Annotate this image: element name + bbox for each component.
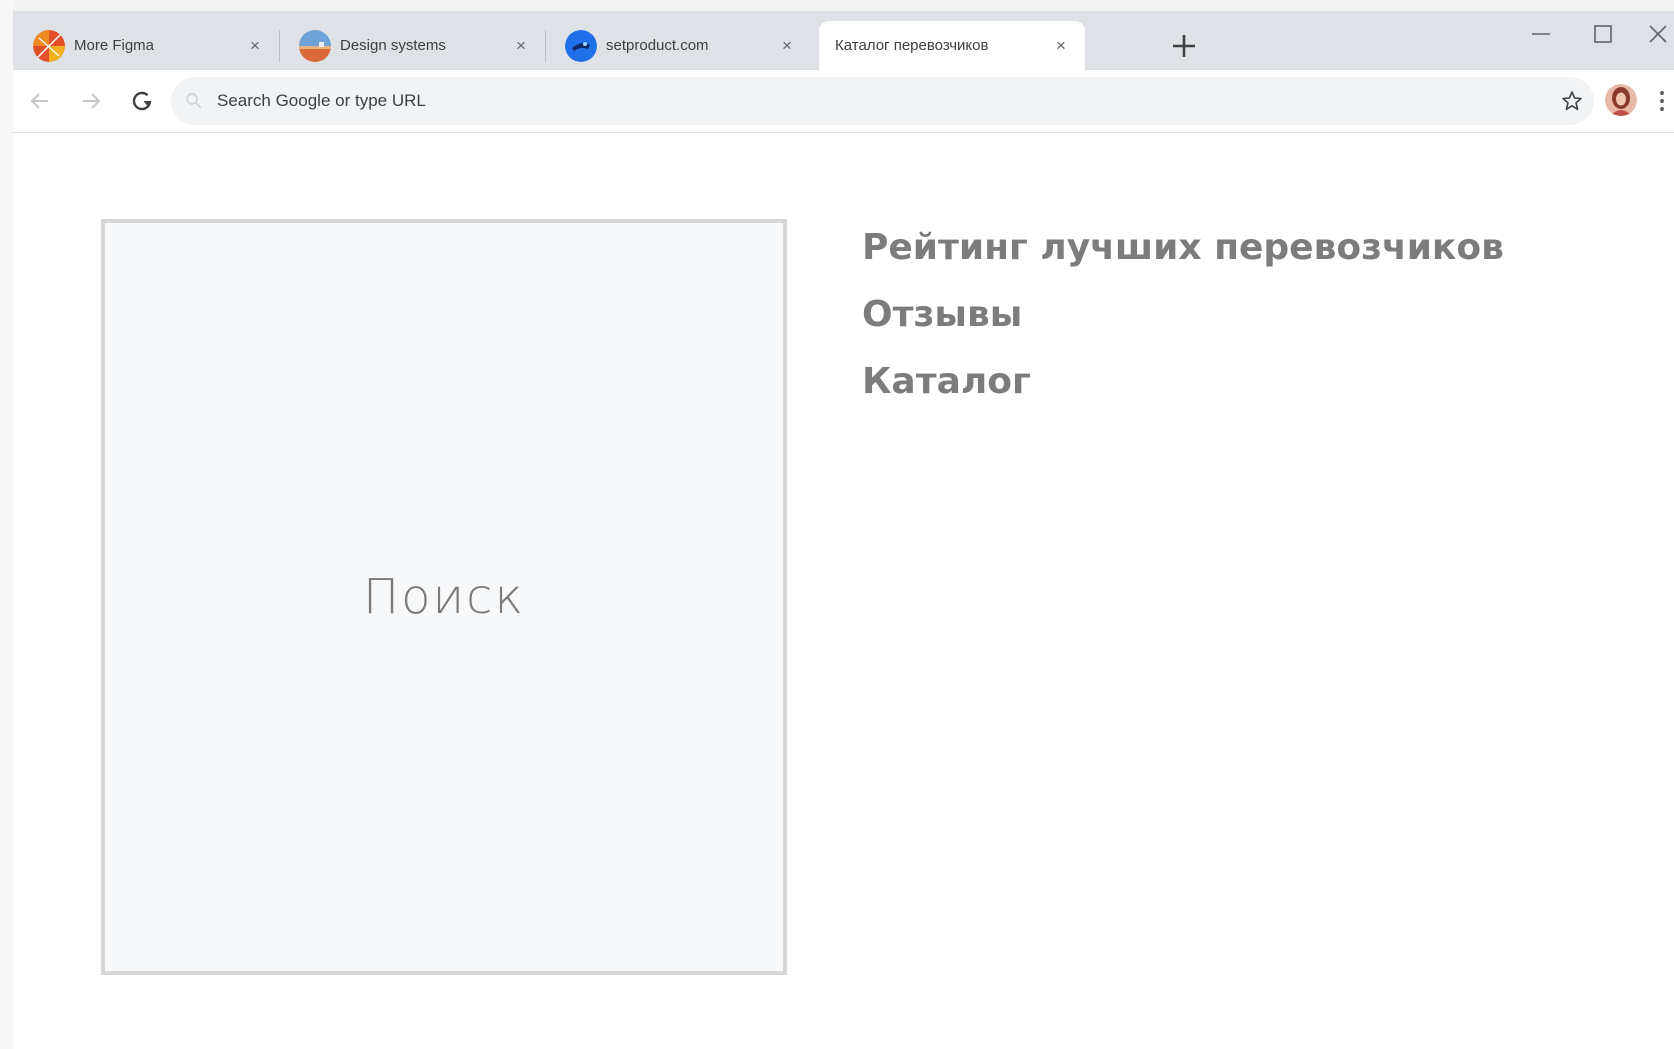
close-tab-icon[interactable]: × xyxy=(1051,36,1071,56)
new-tab-plus-icon[interactable] xyxy=(1167,29,1201,63)
tab-setproduct[interactable]: setproduct.com × xyxy=(545,21,811,70)
tab-title: setproduct.com xyxy=(606,37,709,54)
tab-title: More Figma xyxy=(74,37,155,54)
address-input[interactable] xyxy=(217,77,1517,125)
profile-avatar[interactable] xyxy=(1605,84,1637,116)
close-tab-icon[interactable]: × xyxy=(511,36,531,56)
tab-title: Design systems xyxy=(340,37,446,54)
tab-strip: More Figma × Design systems × setproduct… xyxy=(13,11,1674,70)
maximize-icon[interactable] xyxy=(1583,19,1623,49)
tab-title: Каталог перевозчиков xyxy=(835,37,989,54)
window-left-edge xyxy=(0,0,13,1049)
back-arrow-icon[interactable] xyxy=(23,84,57,118)
search-block-label: Поиск xyxy=(363,569,525,625)
nav-link-catalog[interactable]: Каталог xyxy=(862,348,1504,415)
search-icon xyxy=(186,93,202,109)
more-menu-icon[interactable] xyxy=(1655,88,1669,114)
nav-link-rating[interactable]: Рейтинг лучших перевозчиков xyxy=(862,214,1504,281)
design-systems-favicon-icon xyxy=(299,29,331,62)
reload-icon[interactable] xyxy=(125,84,159,118)
search-block[interactable]: Поиск xyxy=(101,219,787,975)
forward-arrow-icon[interactable] xyxy=(74,84,108,118)
tab-design-systems[interactable]: Design systems × xyxy=(279,21,545,70)
window-top-edge xyxy=(0,0,1674,11)
close-window-icon[interactable] xyxy=(1641,19,1674,49)
tab-more-figma[interactable]: More Figma × xyxy=(13,21,279,70)
setproduct-favicon-icon xyxy=(565,29,597,62)
minimize-icon[interactable] xyxy=(1521,19,1561,49)
browser-toolbar xyxy=(13,70,1674,133)
omnibox[interactable] xyxy=(171,77,1594,125)
tab-catalog-carriers[interactable]: Каталог перевозчиков × xyxy=(819,21,1085,70)
close-tab-icon[interactable]: × xyxy=(245,36,265,56)
nav-link-reviews[interactable]: Отзывы xyxy=(862,281,1504,348)
figma-favicon-icon xyxy=(33,29,65,62)
main-nav: Рейтинг лучших перевозчиков Отзывы Катал… xyxy=(862,214,1504,415)
close-tab-icon[interactable]: × xyxy=(777,36,797,56)
bookmark-star-icon[interactable] xyxy=(1560,89,1584,113)
